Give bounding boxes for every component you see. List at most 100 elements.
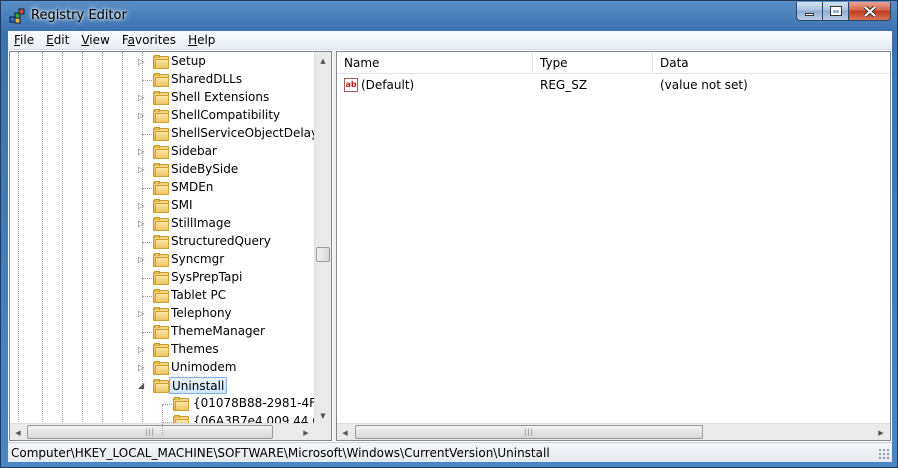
column-header-name[interactable]: Name	[337, 52, 533, 74]
tree-item[interactable]: ▷ ShellCompatibility	[10, 107, 315, 125]
menu-file[interactable]: File	[8, 31, 40, 50]
expand-arrow-icon[interactable]: ▷	[138, 219, 147, 228]
folder-icon	[153, 199, 170, 213]
tree-connector	[162, 404, 172, 405]
menu-view-rest: iew	[89, 32, 110, 47]
tree-item-label: Themes	[171, 342, 219, 356]
tree-item-label: SMI	[171, 198, 193, 212]
folder-icon	[153, 289, 170, 303]
registry-editor-icon	[9, 8, 25, 24]
tree-item-label: Telephony	[171, 306, 232, 320]
tree-connector	[142, 134, 152, 135]
expand-arrow-icon[interactable]: ▷	[138, 93, 147, 102]
column-header-type[interactable]: Type	[533, 52, 653, 74]
tree-item[interactable]: ▷ Telephony	[10, 305, 315, 323]
tree-item-label: {01078B88-2981-4F75-96	[193, 396, 315, 410]
menu-file-rest: ile	[20, 32, 35, 47]
tree-item-label: Tablet PC	[171, 288, 227, 302]
menu-view[interactable]: View	[75, 31, 115, 50]
tree-line	[162, 405, 163, 435]
tree-item[interactable]: ThemeManager	[10, 323, 315, 341]
tree-item[interactable]: SysPrepTapi	[10, 269, 315, 287]
menu-edit[interactable]: Edit	[40, 31, 75, 50]
tree-item[interactable]: ▷ Setup	[10, 53, 315, 71]
tree-item[interactable]: ▷ Shell Extensions	[10, 89, 315, 107]
expand-arrow-icon[interactable]: ▷	[138, 309, 147, 318]
tree-item[interactable]: ▷ SideBySide	[10, 161, 315, 179]
folder-icon	[173, 397, 190, 411]
list-horizontal-scroll-thumb[interactable]: |||	[355, 425, 703, 439]
tree-item-label: ShellCompatibility	[171, 108, 281, 122]
values-list-pane[interactable]: Name Type Data ab (Default) REG_SZ (valu…	[336, 51, 891, 441]
expand-arrow-icon[interactable]: ▷	[138, 255, 147, 264]
menu-help[interactable]: Help	[182, 31, 221, 50]
tree-item-label: StructuredQuery	[171, 234, 271, 248]
expand-arrow-icon[interactable]: ▷	[138, 111, 147, 120]
resize-grip-icon[interactable]	[878, 448, 890, 460]
value-data: (value not set)	[660, 78, 748, 92]
expand-arrow-icon[interactable]: ▷	[138, 165, 147, 174]
expand-arrow-icon[interactable]: ▷	[138, 363, 147, 372]
list-horizontal-scrollbar[interactable]: ◀ ||| ▶	[337, 423, 890, 440]
list-item[interactable]: ab (Default) REG_SZ (value not set)	[337, 76, 890, 94]
tree-item[interactable]: ▷ Sidebar	[10, 143, 315, 161]
menu-favorites[interactable]: Favorites	[116, 31, 182, 50]
tree-item[interactable]: ◢ Uninstall	[10, 377, 315, 395]
tree-item[interactable]: ▷ Unimodem	[10, 359, 315, 377]
folder-icon	[153, 127, 170, 141]
scroll-up-arrow-icon[interactable]: ▲	[315, 52, 331, 69]
tree-connector	[142, 332, 152, 333]
tree-item[interactable]: SharedDLLs	[10, 71, 315, 89]
collapse-arrow-icon[interactable]: ◢	[138, 381, 147, 390]
tree-item[interactable]: ▷ Syncmgr	[10, 251, 315, 269]
tree-item-label: Sidebar	[171, 144, 217, 158]
key-tree-pane[interactable]: ▷ Setup SharedDLLs ▷ Shell Extensions ▷ ShellC…	[9, 51, 332, 441]
column-header-data[interactable]: Data	[653, 52, 890, 74]
folder-icon	[153, 235, 170, 249]
folder-icon	[153, 181, 170, 195]
folder-icon	[153, 109, 170, 123]
tree-item[interactable]: Tablet PC	[10, 287, 315, 305]
folder-icon	[153, 217, 170, 231]
folder-icon	[153, 361, 170, 375]
folder-icon	[153, 325, 170, 339]
tree-connector	[142, 242, 152, 243]
expand-arrow-icon[interactable]: ▷	[138, 201, 147, 210]
expand-arrow-icon[interactable]: ▷	[138, 57, 147, 66]
scroll-right-arrow-icon[interactable]: ▶	[298, 424, 314, 441]
client-area: File Edit View Favorites Help ▷ Setup Shar…	[8, 31, 892, 462]
folder-icon	[153, 55, 170, 69]
folder-icon	[153, 379, 170, 393]
menu-help-rest: elp	[197, 32, 216, 47]
caption-buttons	[796, 2, 891, 21]
tree-vertical-scrollbar[interactable]: ▲ ▼	[314, 52, 331, 424]
scroll-right-arrow-icon[interactable]: ▶	[873, 424, 889, 441]
tree-connector	[142, 188, 152, 189]
tree-item-label: ThemeManager	[171, 324, 265, 338]
tree-item-label: SysPrepTapi	[171, 270, 243, 284]
title-bar[interactable]: Registry Editor	[1, 1, 897, 31]
expand-arrow-icon[interactable]: ▷	[138, 147, 147, 156]
folder-icon	[153, 343, 170, 357]
scroll-down-arrow-icon[interactable]: ▼	[315, 407, 331, 424]
tree-item[interactable]: SMDEn	[10, 179, 315, 197]
tree-item[interactable]: ShellServiceObjectDelayLoa	[10, 125, 315, 143]
scrollbar-corner	[314, 423, 331, 440]
tree-item[interactable]: ▷ Themes	[10, 341, 315, 359]
close-icon	[863, 5, 876, 17]
scroll-left-arrow-icon[interactable]: ◀	[337, 424, 353, 441]
tree-item[interactable]: ▷ SMI	[10, 197, 315, 215]
tree-item-label: SideBySide	[171, 162, 239, 176]
minimize-button[interactable]	[796, 2, 822, 21]
tree-item[interactable]: ▷ StillImage	[10, 215, 315, 233]
folder-icon	[153, 163, 170, 177]
folder-icon	[153, 253, 170, 267]
close-button[interactable]	[848, 2, 891, 21]
tree-connector	[142, 296, 152, 297]
tree-item[interactable]: StructuredQuery	[10, 233, 315, 251]
maximize-button[interactable]	[822, 2, 848, 21]
scroll-left-arrow-icon[interactable]: ◀	[10, 424, 26, 441]
expand-arrow-icon[interactable]: ▷	[138, 345, 147, 354]
tree-horizontal-scroll-thumb[interactable]: |||	[27, 425, 273, 439]
tree-vertical-scroll-thumb[interactable]	[316, 247, 330, 262]
